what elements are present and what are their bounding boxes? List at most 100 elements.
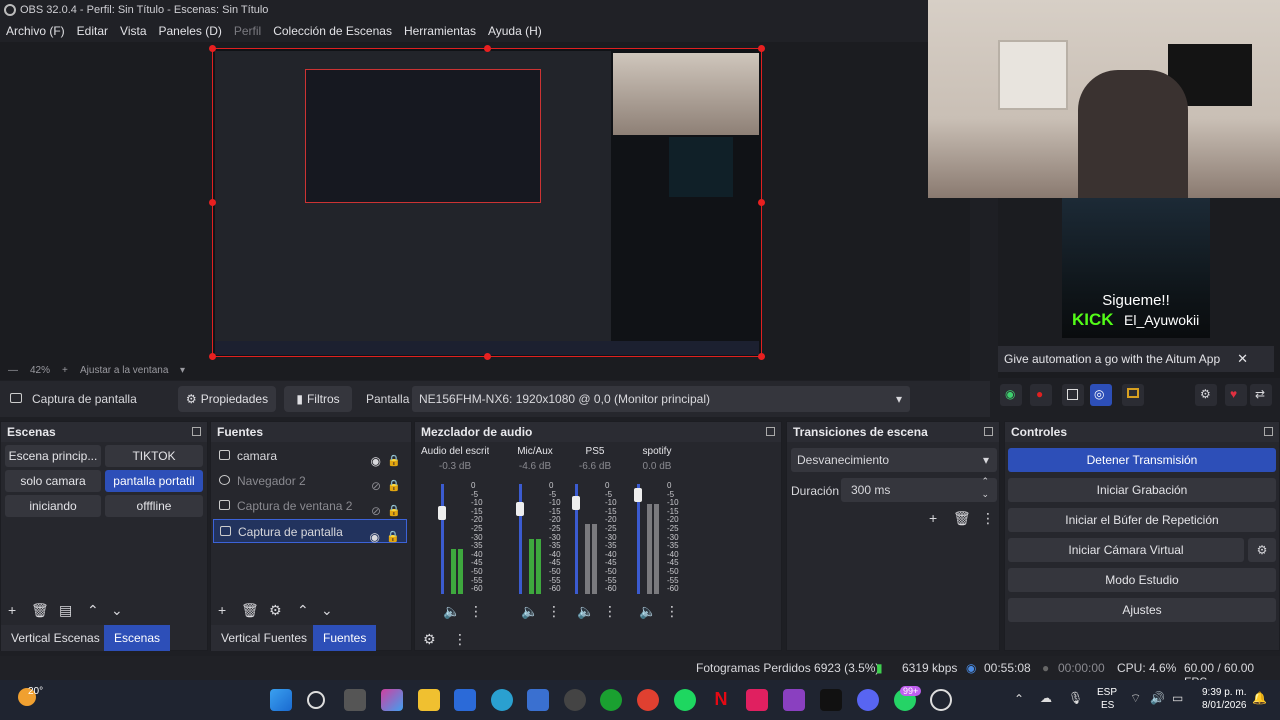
- resize-handle-b[interactable]: [484, 353, 491, 360]
- language-code[interactable]: ESP: [1097, 687, 1117, 698]
- more-options-icon[interactable]: ⋮: [453, 632, 467, 646]
- volume-icon[interactable]: 🔊: [1150, 691, 1165, 705]
- spotify-icon[interactable]: [674, 689, 696, 711]
- plugin-icon[interactable]: ⇄: [1250, 384, 1272, 406]
- broadcast-icon[interactable]: ◉: [1000, 384, 1022, 406]
- eye-icon[interactable]: ◉: [370, 525, 380, 549]
- scene-tiktok[interactable]: TIKTOK: [105, 445, 203, 467]
- menu-herramientas[interactable]: Herramientas: [398, 20, 482, 42]
- program-preview[interactable]: [209, 45, 765, 360]
- more-options-icon[interactable]: ⋮: [981, 511, 995, 525]
- resize-handle-bl[interactable]: [209, 353, 216, 360]
- volume-fader[interactable]: [516, 484, 524, 594]
- tab-escenas[interactable]: Escenas: [104, 625, 171, 651]
- menu-vista[interactable]: Vista: [114, 20, 152, 42]
- scene-escena-principal[interactable]: Escena princip...: [5, 445, 101, 467]
- fader-knob[interactable]: [634, 488, 642, 502]
- stepper-icon[interactable]: ⌃ ⌄: [981, 475, 989, 501]
- settings-gear-icon[interactable]: ⚙: [1195, 384, 1217, 406]
- menu-ayuda[interactable]: Ayuda (H): [482, 20, 548, 42]
- task-view-icon[interactable]: [344, 689, 366, 711]
- mixer-settings-icon[interactable]: ⚙: [423, 632, 436, 646]
- resize-handle-br[interactable]: [758, 353, 765, 360]
- volume-fader[interactable]: [572, 484, 580, 594]
- virtual-camera-settings-gear-icon[interactable]: ⚙: [1248, 538, 1276, 562]
- channel-menu-icon[interactable]: ⋮: [603, 604, 617, 618]
- zoom-in-button[interactable]: +: [62, 365, 68, 376]
- undock-icon[interactable]: [192, 427, 201, 436]
- channel-menu-icon[interactable]: ⋮: [469, 604, 483, 618]
- scene-solo-camara[interactable]: solo camara: [5, 470, 101, 492]
- xbox-icon[interactable]: [600, 689, 622, 711]
- mic-icon[interactable]: 🎙: [1068, 691, 1083, 705]
- undock-icon[interactable]: [984, 427, 993, 436]
- muted-speaker-icon[interactable]: 🔈: [639, 604, 656, 618]
- undock-icon[interactable]: [766, 427, 775, 436]
- add-icon[interactable]: +: [218, 603, 226, 617]
- tab-vertical-escenas[interactable]: Vertical Escenas: [1, 625, 110, 651]
- sync-icon[interactable]: ◎: [1090, 384, 1112, 406]
- display-select[interactable]: NE156FHM-NX6: 1920x1080 @ 0,0 (Monitor p…: [412, 386, 910, 412]
- heart-icon[interactable]: ♥: [1225, 384, 1247, 406]
- properties-button[interactable]: ⚙ Propiedades: [178, 386, 276, 412]
- notifications-icon[interactable]: 🔔: [1252, 691, 1267, 705]
- close-icon[interactable]: ✕: [1237, 346, 1248, 372]
- fader-knob[interactable]: [438, 506, 446, 520]
- scene-pantalla-portatil[interactable]: pantalla portatil: [105, 470, 203, 492]
- store-icon[interactable]: [527, 689, 549, 711]
- trash-icon[interactable]: 🗑: [241, 603, 259, 617]
- add-icon[interactable]: +: [8, 603, 16, 617]
- muted-speaker-icon[interactable]: 🔈: [577, 604, 594, 618]
- volume-fader[interactable]: [438, 484, 446, 594]
- trash-icon[interactable]: 🗑: [31, 603, 49, 617]
- move-up-icon[interactable]: ⌃: [87, 603, 99, 617]
- zoom-fit-label[interactable]: Ajustar a la ventana: [80, 365, 168, 376]
- square-icon[interactable]: [1062, 384, 1084, 406]
- battery-icon[interactable]: ▭: [1172, 691, 1183, 705]
- clock-date[interactable]: 8/01/2026: [1202, 700, 1247, 711]
- transition-select[interactable]: Desvanecimiento ▾: [791, 448, 997, 472]
- resize-handle-t[interactable]: [484, 45, 491, 52]
- replay-icon[interactable]: [1122, 384, 1144, 406]
- resize-handle-l[interactable]: [209, 199, 216, 206]
- channel-menu-icon[interactable]: ⋮: [665, 604, 679, 618]
- source-navegador[interactable]: Navegador 2 ⊘ 🔒: [213, 469, 407, 493]
- zoom-out-button[interactable]: —: [8, 365, 18, 376]
- tiktok-icon[interactable]: [820, 689, 842, 711]
- source-captura-ventana[interactable]: Captura de ventana 2 ⊘ 🔒: [213, 494, 407, 518]
- scene-iniciando[interactable]: iniciando: [5, 495, 101, 517]
- start-virtual-camera-button[interactable]: Iniciar Cámara Virtual: [1008, 538, 1244, 562]
- resize-handle-tl[interactable]: [209, 45, 216, 52]
- wifi-icon[interactable]: ⌔: [1130, 691, 1141, 706]
- stop-streaming-button[interactable]: Detener Transmisión: [1008, 448, 1276, 472]
- move-down-icon[interactable]: ⌄: [111, 603, 123, 617]
- source-camara[interactable]: camara ◉ 🔒: [213, 444, 407, 468]
- filter-icon[interactable]: ▤: [59, 603, 72, 617]
- resize-handle-r[interactable]: [758, 199, 765, 206]
- menu-coleccion[interactable]: Colección de Escenas: [267, 20, 398, 42]
- menu-editar[interactable]: Editar: [71, 20, 114, 42]
- copilot-icon[interactable]: [381, 689, 403, 711]
- filters-button[interactable]: ▮ Filtros: [284, 386, 352, 412]
- obs-running-icon[interactable]: [930, 689, 952, 711]
- gear-icon[interactable]: ⚙: [269, 603, 282, 617]
- tab-vertical-fuentes[interactable]: Vertical Fuentes: [211, 625, 318, 651]
- start-menu-icon[interactable]: [270, 689, 292, 711]
- tab-fuentes[interactable]: Fuentes: [313, 625, 377, 651]
- search-icon[interactable]: [307, 691, 325, 709]
- source-captura-pantalla[interactable]: Captura de pantalla ◉ 🔒: [213, 519, 407, 544]
- trash-icon[interactable]: 🗑: [953, 511, 971, 525]
- fader-knob[interactable]: [516, 502, 524, 516]
- zoom-dropdown-icon[interactable]: ▾: [180, 365, 185, 376]
- speaker-icon[interactable]: 🔈: [521, 604, 538, 618]
- pen-app-icon[interactable]: [454, 689, 476, 711]
- undock-icon[interactable]: [1264, 427, 1273, 436]
- start-replay-buffer-button[interactable]: Iniciar el Búfer de Repetición: [1008, 508, 1276, 532]
- duration-input[interactable]: 300 ms ⌃ ⌄: [841, 475, 997, 502]
- menu-archivo[interactable]: Archivo (F): [0, 20, 71, 42]
- netflix-icon[interactable]: N: [710, 689, 732, 711]
- file-explorer-icon[interactable]: [418, 689, 440, 711]
- clock-time[interactable]: 9:39 p. m.: [1202, 687, 1246, 698]
- video-editor-icon[interactable]: [783, 689, 805, 711]
- move-down-icon[interactable]: ⌄: [321, 603, 333, 617]
